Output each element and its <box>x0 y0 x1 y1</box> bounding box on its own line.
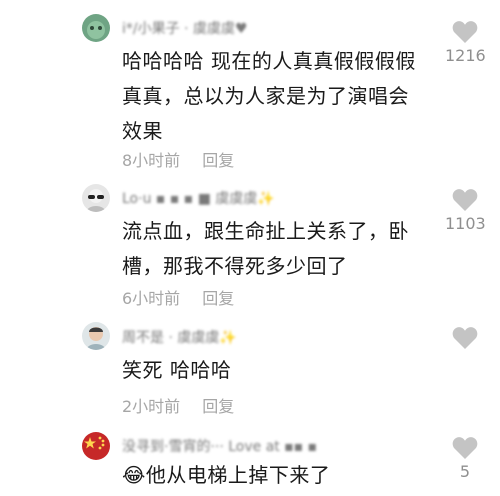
like-count: 5 <box>459 462 471 481</box>
avatar[interactable] <box>82 322 110 350</box>
username[interactable]: i*/小果子 · 虞虞虞♥ <box>122 18 248 38</box>
avatar[interactable] <box>82 432 110 460</box>
like-button[interactable]: 1103 <box>445 188 486 248</box>
reply-button[interactable]: 回复 <box>202 289 234 308</box>
heart-icon <box>452 189 478 211</box>
comment-text: 流点血，跟生命扯上关系了，卧槽，那我不得死多少回了 <box>122 219 409 278</box>
username[interactable]: 没寻到·雪宵的··· Love at ▪▪ ▪ <box>122 436 317 456</box>
username[interactable]: 周不是 · 虞虞虞✨ <box>122 327 237 347</box>
heart-icon <box>452 21 478 43</box>
avatar[interactable] <box>82 184 110 212</box>
heart-icon <box>452 327 478 349</box>
like-count: 1216 <box>445 46 486 65</box>
comment-meta: 6小时前 回复 <box>122 285 234 309</box>
like-button[interactable]: 1216 <box>445 20 486 80</box>
comment-text: 笑死 哈哈哈 <box>122 358 232 382</box>
heart-icon <box>452 437 478 459</box>
comment-meta: 8小时前 回复 <box>122 147 234 171</box>
comment-meta: 2小时前 回复 <box>122 393 234 417</box>
reply-button[interactable]: 回复 <box>202 397 234 416</box>
username[interactable]: Lo·u ▪ ▪ ▪ ■ 虞虞虞✨ <box>122 188 275 208</box>
timestamp: 6小时前 <box>122 289 181 308</box>
avatar[interactable] <box>82 14 110 42</box>
like-count: 1103 <box>445 214 486 233</box>
reply-button[interactable]: 回复 <box>202 151 234 170</box>
timestamp: 2小时前 <box>122 397 181 416</box>
comment-text: 😂他从电梯上掉下来了 <box>122 463 331 487</box>
timestamp: 8小时前 <box>122 151 181 170</box>
comment-text: 哈哈哈哈 现在的人真真假假假假真真，总以为人家是为了演唱会效果 <box>122 49 416 143</box>
like-button[interactable]: 5 <box>445 436 485 496</box>
like-button[interactable] <box>445 326 485 386</box>
